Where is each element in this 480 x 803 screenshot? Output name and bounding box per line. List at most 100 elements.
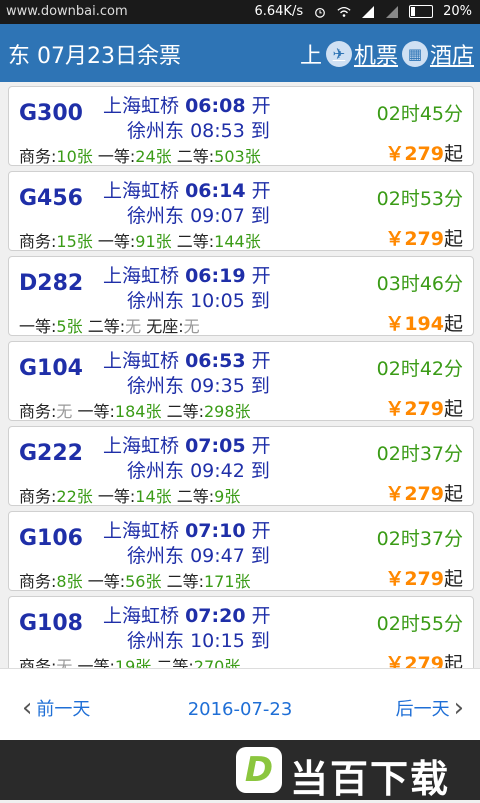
departure-line: 上海虹桥 06:14 开 [103,176,271,203]
train-card[interactable]: D282 上海虹桥 06:19 开徐州东 10:05 到 03时46分 一等:5张 二… [8,256,474,336]
plane-icon: ✈ [325,41,352,67]
trip-duration: 03时46分 [376,273,463,295]
seat-count: 298张 [203,402,251,421]
seat-availability: 一等:5张 二等:无 无座:无 [19,313,200,337]
seat-count: 22张 [56,487,93,506]
arrival-station: 徐州东 [127,630,185,652]
seat-availability: 商务:15张 一等:91张 二等:144张 [19,228,261,252]
arrival-station: 徐州东 [127,375,185,397]
arrival-line: 徐州东 09:42 到 [127,456,270,483]
departure-suffix: 开 [251,435,271,457]
arrival-time: 10:05 [190,290,245,312]
seat-type: 二等: [166,402,204,421]
price-value: 279 [404,398,444,420]
flight-label: 机票 [353,44,398,69]
train-card[interactable]: G300 上海虹桥 06:08 开徐州东 08:53 到 02时45分 商务:10张 … [8,86,474,166]
app-header: 东 07月23日余票 上 ✈ 机票 ▦ 酒店 [0,24,480,82]
seat-type: 二等: [166,572,204,591]
train-number: G106 [19,526,83,551]
arrival-line: 徐州东 09:07 到 [127,201,270,228]
ticket-price: ￥279起 [385,394,463,421]
watermark-bar: D 当百下载 [0,740,480,801]
seat-count: 91张 [135,232,172,251]
ticket-price: ￥279起 [385,564,463,591]
train-card[interactable]: G104 上海虹桥 06:53 开徐州东 09:35 到 02时42分 商务:无 一等… [8,341,474,421]
seat-type: 无座: [146,317,184,336]
seat-type: 一等: [77,402,115,421]
arrival-station: 徐州东 [127,290,185,312]
departure-suffix: 开 [251,95,271,117]
arrival-line: 徐州东 08:53 到 [127,116,270,143]
price-suffix: 起 [443,398,463,420]
train-card[interactable]: G108 上海虹桥 07:20 开徐州东 10:15 到 02时55分 商务:无 一等… [8,596,474,668]
seat-count: 5张 [56,317,83,336]
departure-suffix: 开 [251,605,271,627]
status-site-text: www.downbai.com [6,4,128,19]
arrival-time: 09:47 [190,545,245,567]
seat-type: 商务: [19,487,57,506]
battery-percent: 20% [443,4,472,19]
departure-line: 上海虹桥 07:10 开 [103,516,271,543]
seat-count: 24张 [135,147,172,166]
seat-type: 二等: [176,232,215,251]
price-currency: ￥ [385,143,405,165]
trip-duration: 02时37分 [376,443,463,465]
train-card[interactable]: G222 上海虹桥 07:05 开徐州东 09:42 到 02时37分 商务:22张 … [8,426,474,506]
seat-type: 二等: [176,147,215,166]
next-day-button[interactable]: 后一天 › [396,695,468,721]
price-suffix: 起 [443,653,463,668]
price-value: 279 [404,143,444,165]
trip-duration: 02时42分 [376,358,463,380]
departure-time: 06:14 [185,180,246,202]
train-card[interactable]: G456 上海虹桥 06:14 开徐州东 09:07 到 02时53分 商务:15张 … [8,171,474,251]
seat-count: 无 [56,402,73,421]
train-number: G108 [19,611,83,636]
ticket-price: ￥194起 [385,309,463,336]
seat-type: 一等: [97,232,136,251]
seat-type: 二等: [176,487,215,506]
signal-icon [362,5,375,18]
departure-line: 上海虹桥 06:19 开 [103,261,271,288]
train-number: G456 [19,186,83,211]
departure-line: 上海虹桥 07:20 开 [103,601,271,628]
watermark-text: 当百下载 [290,757,451,801]
price-value: 279 [404,228,444,250]
departure-time: 07:20 [185,605,246,627]
train-card[interactable]: G106 上海虹桥 07:10 开徐州东 09:47 到 02时37分 商务:8张 一… [8,511,474,591]
seat-type: 二等: [156,657,194,668]
seat-count: 56张 [125,572,162,591]
header-links: 上 ✈ 机票 ▦ 酒店 [300,38,474,70]
departure-station: 上海虹桥 [103,520,180,542]
flight-link[interactable]: ✈ 机票 [322,38,398,70]
alarm-icon [315,7,325,18]
arrival-line: 徐州东 09:47 到 [127,541,270,568]
arrival-station: 徐州东 [127,545,185,567]
trip-duration: 02时55分 [376,613,463,635]
price-currency: ￥ [385,313,405,335]
seat-count: 无 [125,317,142,336]
seat-count: 144张 [214,232,261,251]
ticket-price: ￥279起 [385,649,463,668]
train-list[interactable]: G300 上海虹桥 06:08 开徐州东 08:53 到 02时45分 商务:10张 … [0,82,480,668]
departure-time: 07:05 [185,435,246,457]
watermark-logo: D [236,747,282,793]
ticket-price: ￥279起 [385,479,463,506]
signal-icon [386,5,399,18]
arrival-line: 徐州东 09:35 到 [127,371,270,398]
seat-count: 270张 [193,657,241,668]
seat-count: 503张 [214,147,261,166]
price-value: 194 [404,313,444,335]
arrival-suffix: 到 [250,290,270,312]
seat-availability: 商务:8张 一等:56张 二等:171张 [19,568,251,592]
train-number: G222 [19,441,83,466]
departure-station: 上海虹桥 [103,265,180,287]
seat-type: 二等: [87,317,126,336]
seat-count: 19张 [114,657,152,668]
chevron-right-icon: › [453,693,464,723]
departure-suffix: 开 [251,265,271,287]
seat-type: 一等: [77,657,115,668]
status-bar: www.downbai.com 6.64K/s 20% [0,0,480,24]
price-suffix: 起 [443,483,463,505]
seat-count: 8张 [56,572,83,591]
hotel-link[interactable]: ▦ 酒店 [398,38,474,70]
